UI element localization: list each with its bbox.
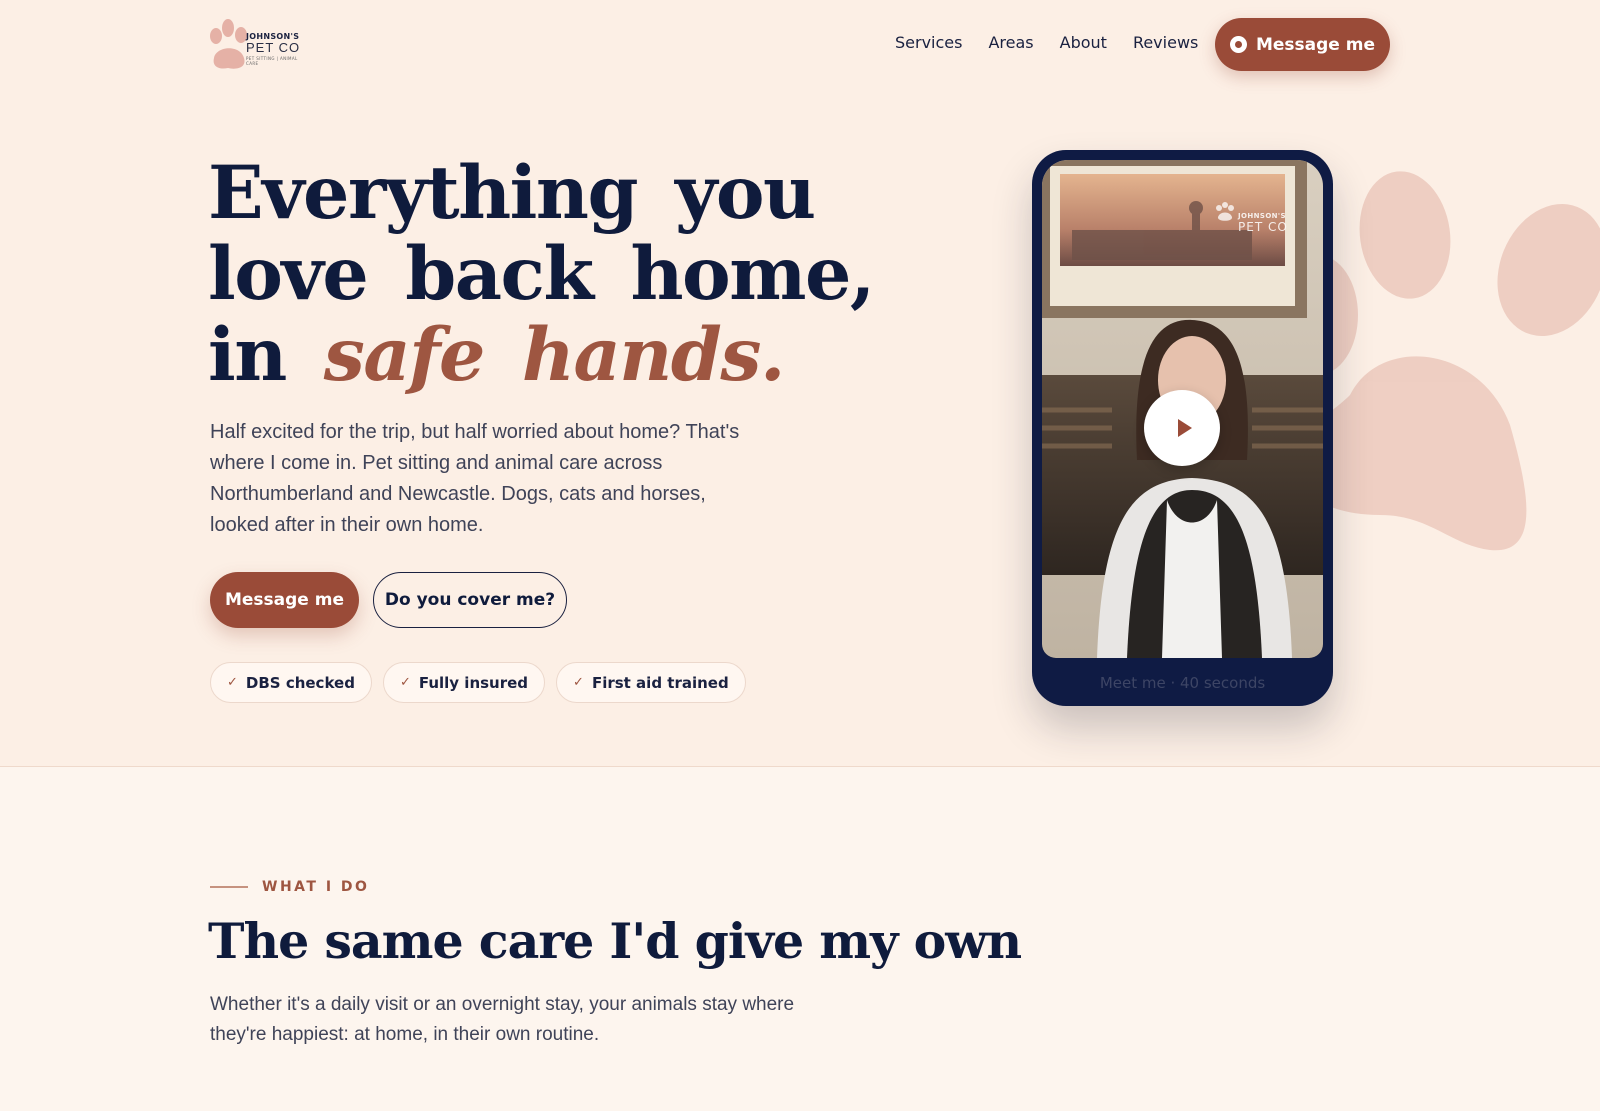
main-nav: Services Areas About Reviews xyxy=(895,33,1198,52)
section-eyebrow: WHAT I DO xyxy=(210,879,369,895)
watermark-line-2: PET CO xyxy=(1238,220,1288,234)
headline-line-2: love back home, xyxy=(208,231,875,317)
header-message-label: Message me xyxy=(1255,34,1376,55)
headline-line-1: Everything you xyxy=(208,150,816,236)
logo-text-main: PET CO xyxy=(246,40,301,55)
headline-accent: safe hands. xyxy=(323,312,786,398)
badge-first-aid: ✓ First aid trained xyxy=(556,662,746,703)
check-icon: ✓ xyxy=(573,675,584,690)
nav-item-about[interactable]: About xyxy=(1060,33,1107,52)
do-you-cover-me-button[interactable]: Do you cover me? xyxy=(373,572,567,628)
hero-section: JOHNSON'S PET CO PET SITTING | ANIMAL CA… xyxy=(0,0,1600,766)
header-message-button[interactable]: Message me xyxy=(1215,18,1390,71)
nav-item-areas[interactable]: Areas xyxy=(988,33,1033,52)
hero-lead-text: Half excited for the trip, but half worr… xyxy=(210,421,740,536)
hero-headline: Everything you love back home, in safe h… xyxy=(208,153,908,396)
headline-line-3-prefix: in xyxy=(208,312,287,398)
check-icon: ✓ xyxy=(399,675,411,690)
badge-label: First aid trained xyxy=(591,673,729,692)
watermark-paw-icon xyxy=(1216,202,1234,221)
message-me-button[interactable]: Message me xyxy=(210,572,359,628)
video-caption: Meet me · 40 seconds xyxy=(1099,674,1266,692)
site-logo[interactable]: JOHNSON'S PET CO PET SITTING | ANIMAL CA… xyxy=(208,18,304,74)
paw-logo-icon xyxy=(210,19,247,69)
services-title: The same care I'd give my own xyxy=(208,912,1022,970)
nav-item-reviews[interactable]: Reviews xyxy=(1133,33,1198,52)
video-watermark-text: JOHNSON'S PET CO xyxy=(1238,212,1288,234)
logo-text-tagline: PET SITTING | ANIMAL CARE xyxy=(246,56,298,66)
badge-dbs: ✓ DBS checked xyxy=(210,662,372,703)
badge-label: Fully insured xyxy=(418,673,529,692)
play-icon[interactable] xyxy=(1144,390,1220,466)
services-subtitle: Whether it's a daily visit or an overnig… xyxy=(210,994,795,1045)
paw-print-decoration-icon xyxy=(1290,171,1600,551)
nav-item-services[interactable]: Services xyxy=(895,33,962,52)
trust-badges: ✓ DBS checked ✓ Fully insured ✓ First ai… xyxy=(210,662,746,703)
eyebrow-label: WHAT I DO xyxy=(262,879,370,895)
eyebrow-divider xyxy=(210,886,248,888)
check-icon: ✓ xyxy=(227,675,238,690)
badge-label: DBS checked xyxy=(245,673,355,692)
whatsapp-icon xyxy=(1229,36,1247,53)
badge-insured: ✓ Fully insured xyxy=(382,662,546,703)
watermark-line-1: JOHNSON'S xyxy=(1238,212,1286,220)
